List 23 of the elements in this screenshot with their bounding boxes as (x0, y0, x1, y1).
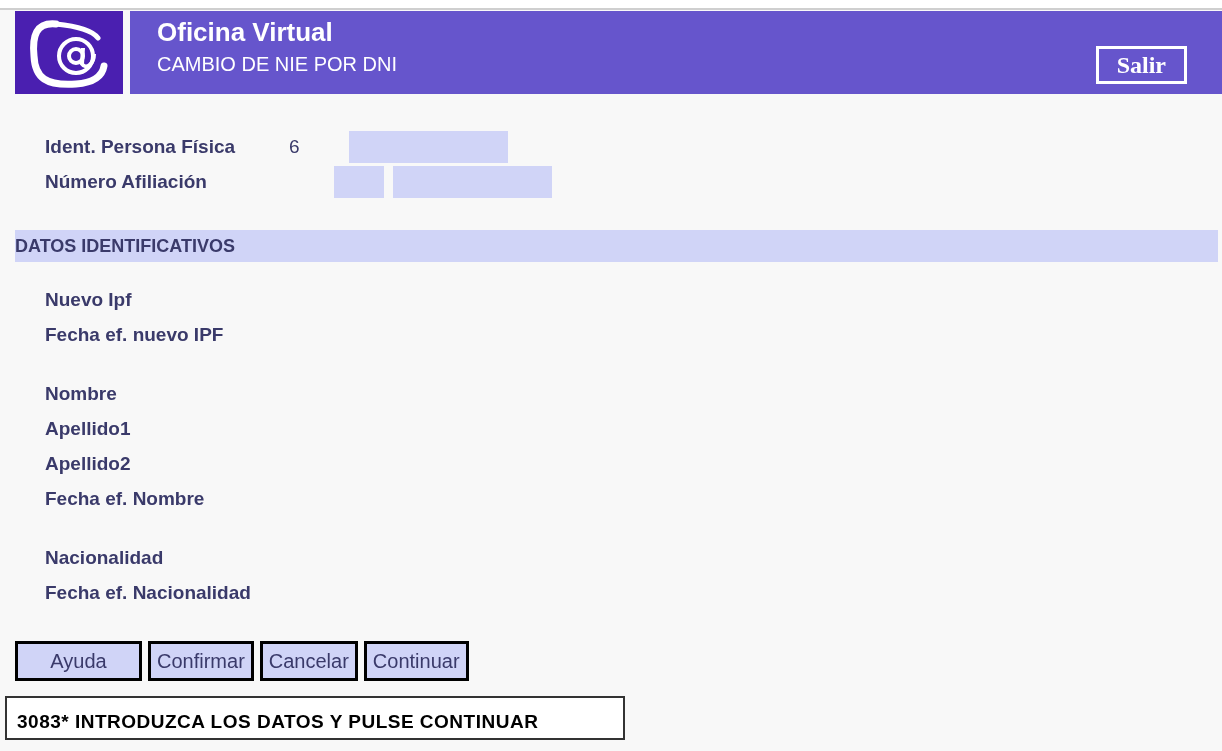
field-label: Nuevo Ipf (45, 288, 133, 312)
field-label: Fecha ef. Nombre (45, 487, 206, 511)
field-label: Fecha ef. nuevo IPF (45, 323, 225, 347)
action-button[interactable]: Ayuda (15, 641, 142, 681)
field-label: Fecha ef. Nacionalidad (45, 581, 252, 605)
app-title: Oficina Virtual (157, 17, 334, 47)
field-label: Número Afiliación (45, 169, 208, 194)
input-field[interactable] (334, 166, 384, 198)
action-button[interactable]: Cancelar (259, 641, 358, 681)
input-field[interactable] (393, 166, 552, 198)
field-label: Ident. Persona Física (45, 134, 237, 159)
field-label: Apellido1 (45, 417, 132, 441)
page-subtitle: CAMBIO DE NIE POR DNI (157, 52, 398, 77)
section-header: DATOS IDENTIFICATIVOS (15, 230, 1218, 262)
field-label: Apellido2 (45, 452, 132, 476)
field-label: Nacionalidad (45, 546, 165, 570)
exit-button[interactable]: Salir (1095, 46, 1187, 84)
action-button[interactable]: Confirmar (148, 641, 254, 681)
status-message: 3083* INTRODUZCA LOS DATOS Y PULSE CONTINUAR (5, 696, 625, 740)
action-button[interactable]: Continuar (363, 641, 469, 681)
field-label: Nombre (45, 382, 118, 406)
prefix-value: 6 (289, 134, 301, 159)
input-field[interactable] (349, 131, 508, 163)
